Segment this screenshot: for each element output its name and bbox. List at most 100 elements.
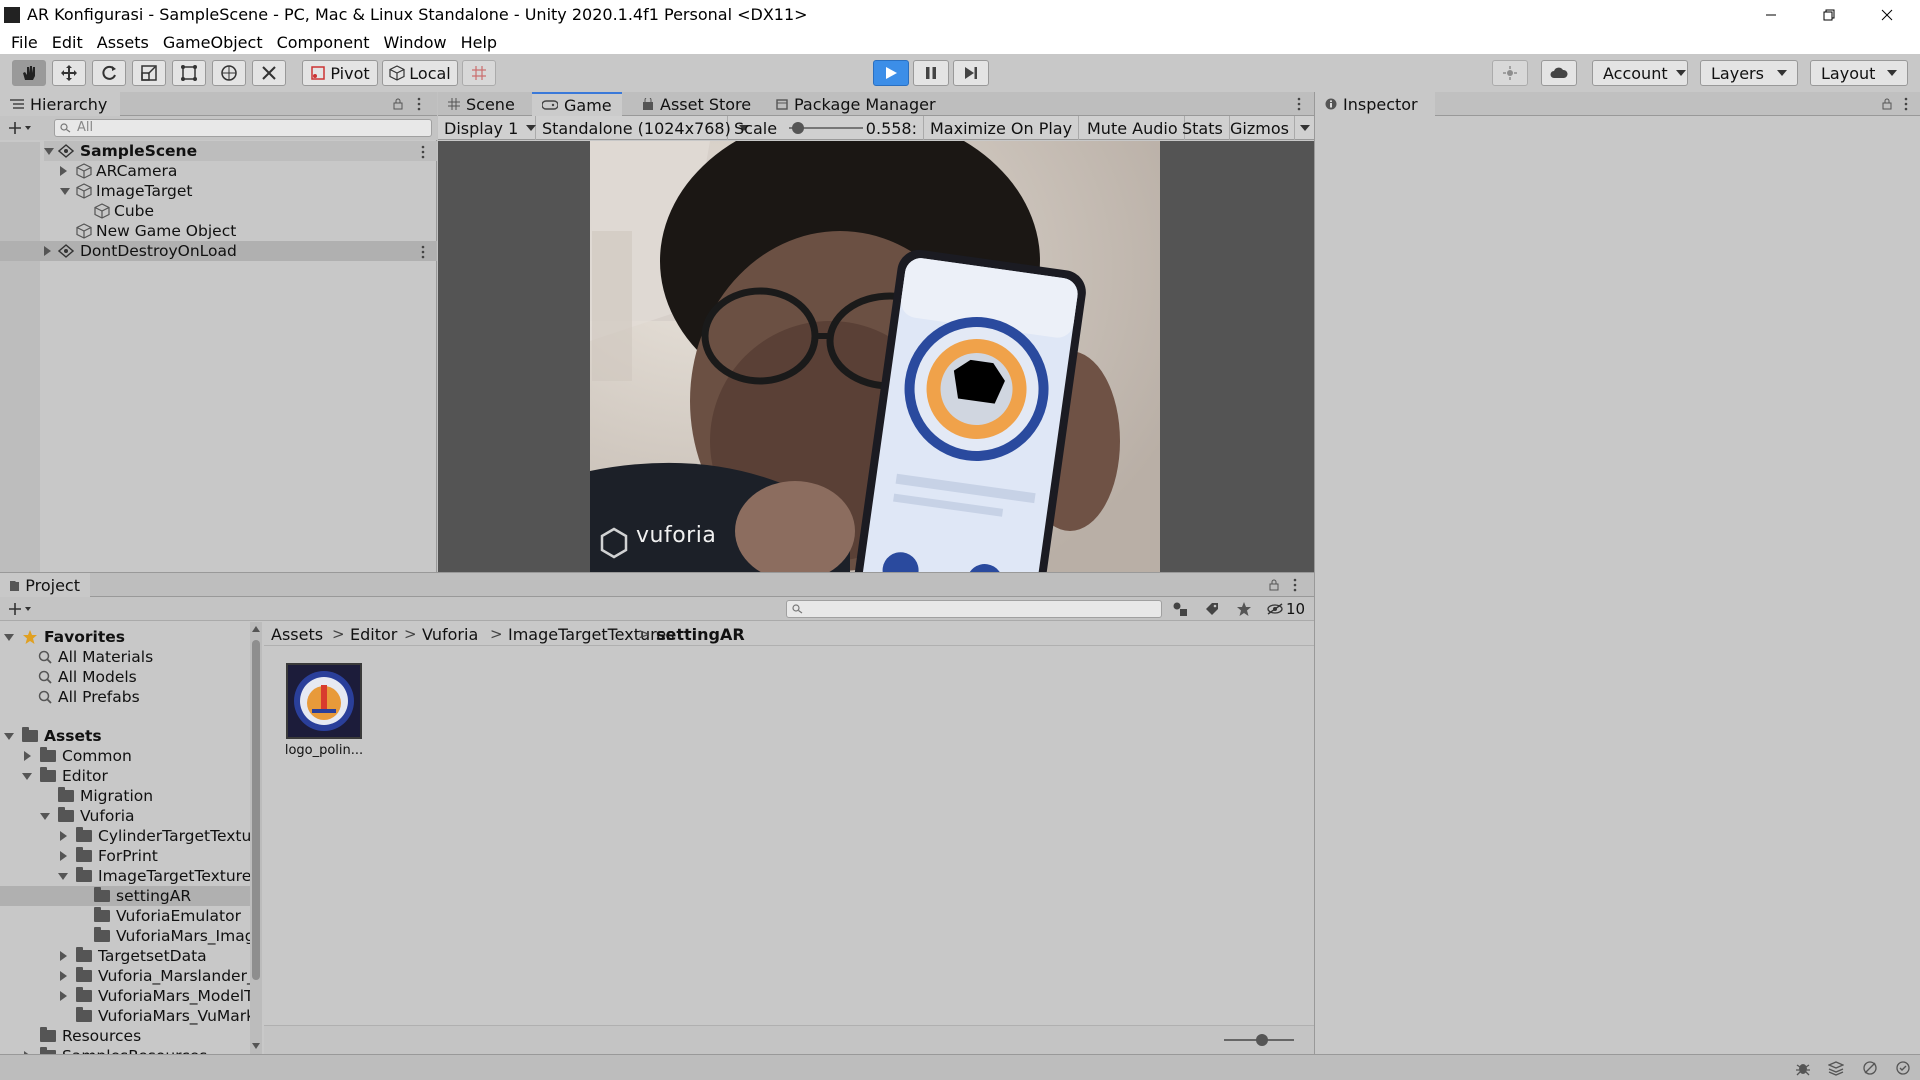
expand-arrow-icon[interactable] (60, 851, 67, 861)
account-dropdown[interactable]: Account (1592, 60, 1688, 86)
menu-help[interactable]: Help (454, 33, 504, 52)
stats-toggle[interactable]: Stats (1176, 116, 1230, 140)
play-button[interactable] (873, 60, 909, 86)
hierarchy-search-input[interactable]: All (54, 119, 432, 137)
kebab-menu-icon[interactable] (1903, 97, 1909, 111)
expand-arrow-icon[interactable] (4, 733, 14, 740)
transform-tool-button[interactable] (212, 60, 246, 86)
scroll-up-icon[interactable] (252, 626, 260, 632)
cloud-button[interactable] (1541, 60, 1577, 86)
mute-audio-toggle[interactable]: Mute Audio (1081, 116, 1185, 140)
kebab-menu-icon[interactable] (420, 245, 426, 259)
tree-scrollbar-thumb[interactable] (252, 640, 260, 980)
kebab-menu-icon[interactable] (420, 145, 426, 159)
folder-item[interactable]: ImageTargetTextures (58, 866, 259, 886)
minimize-button[interactable] (1742, 0, 1800, 30)
favorite-item[interactable]: All Materials (38, 647, 153, 667)
folder-item[interactable]: Editor (22, 766, 108, 786)
menu-window[interactable]: Window (376, 33, 453, 52)
hierarchy-item-arcamera[interactable]: ARCamera (60, 161, 177, 181)
folder-item-selected[interactable]: settingAR (0, 886, 262, 906)
assets-root[interactable]: Assets (0, 726, 102, 746)
breadcrumb-item[interactable]: Vuforia (422, 625, 478, 644)
tab-asset-store[interactable]: Asset Store (632, 92, 761, 116)
tree-scrollbar[interactable] (250, 622, 262, 1055)
kebab-menu-icon[interactable] (416, 97, 422, 111)
expand-arrow-icon[interactable] (60, 971, 67, 981)
add-dropdown-icon[interactable] (8, 602, 32, 616)
local-toggle[interactable]: Local (382, 60, 458, 86)
pivot-toggle[interactable]: Pivot (302, 60, 378, 86)
project-search-input[interactable] (786, 600, 1162, 618)
bug-icon[interactable] (1795, 1060, 1811, 1076)
search-by-type-icon[interactable] (1172, 601, 1188, 617)
lock-icon[interactable] (392, 98, 404, 110)
expand-arrow-icon[interactable] (60, 188, 70, 195)
debug-off-icon[interactable] (1862, 1060, 1878, 1076)
folder-item[interactable]: Resources (40, 1026, 141, 1046)
scale-slider-thumb[interactable] (792, 122, 805, 134)
grid-snap-button[interactable] (462, 60, 496, 86)
breadcrumb-current[interactable]: settingAR (656, 625, 745, 644)
scale-slider[interactable]: Scale 0.558: (728, 116, 924, 140)
hierarchy-scene-row[interactable]: SampleScene (44, 141, 437, 161)
tab-inspector[interactable]: Inspector (1315, 92, 1435, 116)
tab-hierarchy[interactable]: Hierarchy (0, 92, 120, 116)
breadcrumb-item[interactable]: Editor (350, 625, 397, 644)
hand-tool-button[interactable] (12, 60, 46, 86)
layers-stack-icon[interactable] (1828, 1060, 1844, 1076)
hierarchy-item-dontdestroyonload[interactable]: DontDestroyOnLoad (0, 241, 437, 261)
folder-item[interactable]: TargetsetData (58, 946, 207, 966)
layers-dropdown[interactable]: Layers (1700, 60, 1798, 86)
gizmos-toggle[interactable]: Gizmos (1224, 116, 1295, 140)
expand-arrow-icon[interactable] (44, 148, 54, 155)
layout-dropdown[interactable]: Layout (1810, 60, 1908, 86)
lock-icon[interactable] (1881, 98, 1893, 110)
maximize-on-play-toggle[interactable]: Maximize On Play (924, 116, 1080, 140)
restore-button[interactable] (1800, 0, 1858, 30)
icon-size-slider-thumb[interactable] (1256, 1034, 1268, 1046)
add-dropdown-icon[interactable] (8, 121, 32, 135)
expand-arrow-icon[interactable] (4, 634, 14, 641)
collab-button[interactable] (1492, 60, 1528, 86)
expand-arrow-icon[interactable] (58, 873, 68, 880)
custom-tool-button[interactable] (252, 60, 286, 86)
menu-gameobject[interactable]: GameObject (156, 33, 270, 52)
tab-project[interactable]: Project (0, 573, 90, 597)
folder-item[interactable]: ForPrint (58, 846, 158, 866)
star-icon[interactable] (1236, 601, 1252, 617)
rotate-tool-button[interactable] (92, 60, 126, 86)
menu-component[interactable]: Component (270, 33, 377, 52)
hierarchy-item-new-game-object[interactable]: New Game Object (76, 221, 236, 241)
hierarchy-item-cube[interactable]: Cube (94, 201, 154, 221)
rect-tool-button[interactable] (172, 60, 206, 86)
display-dropdown[interactable]: Display 1 (438, 116, 537, 140)
progress-check-icon[interactable] (1895, 1060, 1911, 1076)
expand-arrow-icon[interactable] (40, 813, 50, 820)
folder-item[interactable]: Vuforia_Marslander_R (58, 966, 262, 986)
resolution-dropdown[interactable]: Standalone (1024x768) (536, 116, 749, 140)
hidden-packages-toggle[interactable]: 10 (1266, 599, 1305, 619)
folder-item[interactable]: VuforiaMars_VuMark (76, 1006, 255, 1026)
favorites-header[interactable]: Favorites (0, 627, 125, 647)
expand-arrow-icon[interactable] (22, 773, 32, 780)
folder-item[interactable]: Common (22, 746, 132, 766)
favorite-item[interactable]: All Prefabs (38, 687, 140, 707)
lock-icon[interactable] (1268, 579, 1280, 591)
pause-button[interactable] (913, 60, 949, 86)
folder-item[interactable]: Vuforia (40, 806, 135, 826)
hierarchy-item-imagetarget[interactable]: ImageTarget (60, 181, 193, 201)
game-viewport[interactable]: vuforia (438, 141, 1314, 572)
tab-game[interactable]: Game (532, 92, 622, 116)
expand-arrow-icon[interactable] (60, 991, 67, 1001)
favorite-item[interactable]: All Models (38, 667, 137, 687)
scroll-down-icon[interactable] (252, 1043, 260, 1049)
menu-assets[interactable]: Assets (90, 33, 156, 52)
menu-edit[interactable]: Edit (45, 33, 90, 52)
folder-item[interactable]: VuforiaMars_ModelTa (58, 986, 261, 1006)
folder-item[interactable]: VuforiaMars_Image (94, 926, 262, 946)
tab-package-manager[interactable]: Package Manager (766, 92, 946, 116)
expand-arrow-icon[interactable] (60, 166, 67, 176)
scale-slider-track[interactable] (789, 121, 864, 135)
kebab-menu-icon[interactable] (1296, 97, 1302, 111)
